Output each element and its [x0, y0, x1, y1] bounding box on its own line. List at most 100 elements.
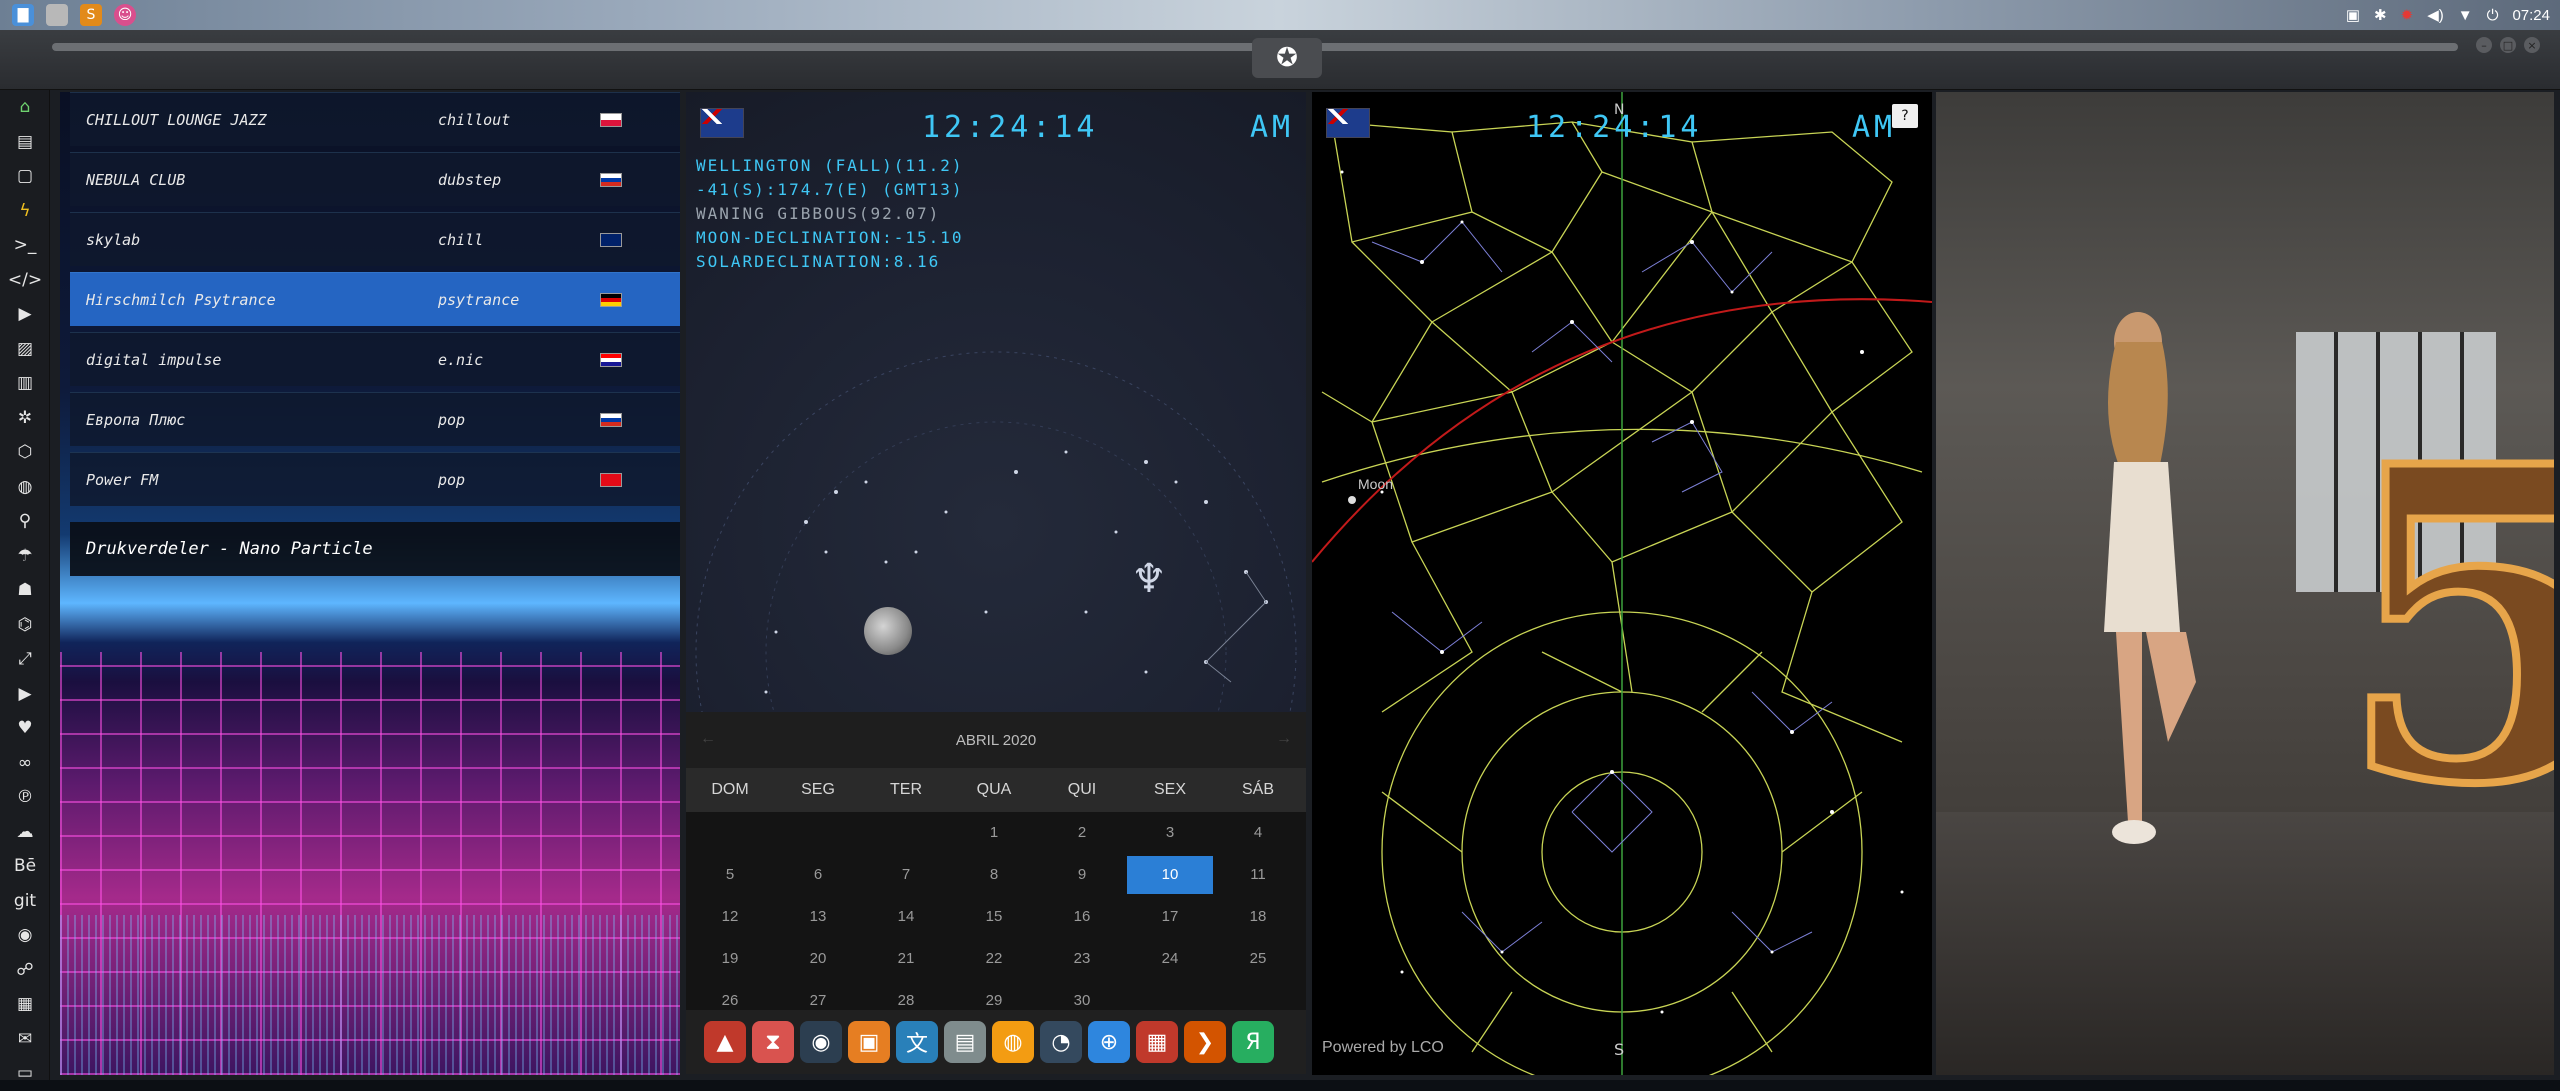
- help-button[interactable]: ?: [1892, 104, 1918, 128]
- hexagon-icon[interactable]: ⬡: [0, 435, 50, 470]
- person-icon[interactable]: ☗: [0, 573, 50, 608]
- home-icon[interactable]: ⌂: [0, 90, 50, 125]
- calendar-day[interactable]: 1: [950, 814, 1038, 852]
- station-row[interactable]: Европа Плюс pop: [70, 392, 680, 446]
- bolt-icon[interactable]: ϟ: [0, 194, 50, 229]
- calendar-week: 1234: [686, 812, 1306, 854]
- maximize-button[interactable]: □: [2500, 37, 2516, 53]
- terminal-icon[interactable]: >_: [0, 228, 50, 263]
- screenshot-icon[interactable]: ▣: [2346, 6, 2360, 24]
- calendar-day[interactable]: 4: [1214, 814, 1302, 852]
- calendar-day[interactable]: 11: [1214, 856, 1302, 894]
- radio-panel: CHILLOUT LOUNGE JAZZ chillout NEBULA CLU…: [60, 92, 680, 1075]
- bluetooth-icon[interactable]: ✱: [2374, 6, 2387, 24]
- blank-app-icon[interactable]: [46, 4, 68, 26]
- calendar-day[interactable]: 5: [686, 856, 774, 894]
- calendar-day[interactable]: 18: [1214, 898, 1302, 936]
- calendar-day[interactable]: 3: [1126, 814, 1214, 852]
- station-row-selected[interactable]: Hirschmilch Psytrance psytrance: [70, 272, 680, 326]
- station-name: Европа Плюс: [86, 410, 186, 429]
- infinity-icon[interactable]: ∞: [0, 746, 50, 781]
- clock-app-icon[interactable]: ◔: [1040, 1021, 1082, 1063]
- station-genre: chill: [438, 230, 484, 249]
- heart-icon[interactable]: ♥: [0, 711, 50, 746]
- calendar-app-icon[interactable]: ▦: [1136, 1021, 1178, 1063]
- prev-month-button[interactable]: ←: [700, 730, 716, 748]
- youtube-icon[interactable]: ▶: [0, 677, 50, 712]
- search-icon[interactable]: ⚲: [0, 504, 50, 539]
- close-button[interactable]: ×: [2524, 37, 2540, 53]
- pinterest-icon[interactable]: ℗: [0, 780, 50, 815]
- gear-icon[interactable]: ✹: [2401, 6, 2414, 24]
- calendar-day[interactable]: 23: [1038, 940, 1126, 978]
- globe-dark-icon[interactable]: ◉: [800, 1021, 842, 1063]
- yandex-icon[interactable]: Я: [1232, 1021, 1274, 1063]
- users-icon[interactable]: ☍: [0, 953, 50, 988]
- cloud-icon[interactable]: ☁: [0, 815, 50, 850]
- calendar-day[interactable]: 20: [774, 940, 862, 978]
- arrow-app-icon[interactable]: ❯: [1184, 1021, 1226, 1063]
- code-icon[interactable]: </>: [0, 263, 50, 298]
- station-row[interactable]: Power FM pop: [70, 452, 680, 506]
- moon-clock-panel: 12:24:14 AM WELLINGTON (FALL)(11.2) -41(…: [686, 92, 1306, 712]
- station-name: Hirschmilch Psytrance: [86, 290, 276, 309]
- mail-icon[interactable]: ✉: [0, 1022, 50, 1057]
- calendar-day[interactable]: 22: [950, 940, 1038, 978]
- calendar-day[interactable]: 13: [774, 898, 862, 936]
- power-icon[interactable]: ⏻: [2487, 7, 2499, 24]
- document-icon[interactable]: ▤: [0, 125, 50, 160]
- play-icon[interactable]: ▶: [0, 297, 50, 332]
- calendar-day[interactable]: 25: [1214, 940, 1302, 978]
- rebel-alliance-icon[interactable]: ✪: [1252, 38, 1322, 78]
- map-icon[interactable]: ▦: [0, 987, 50, 1022]
- station-row[interactable]: NEBULA CLUB dubstep: [70, 152, 680, 206]
- tag-icon[interactable]: ⌬: [0, 608, 50, 643]
- book-icon[interactable]: ▥: [0, 366, 50, 401]
- station-row[interactable]: CHILLOUT LOUNGE JAZZ chillout: [70, 92, 680, 146]
- umbrella-icon[interactable]: ☂: [0, 539, 50, 574]
- image-icon[interactable]: ▨: [0, 332, 50, 367]
- sublime-icon[interactable]: S: [80, 4, 102, 26]
- globe-icon[interactable]: ◍: [0, 470, 50, 505]
- next-month-button[interactable]: →: [1276, 730, 1292, 748]
- web-globe-icon[interactable]: ⊕: [1088, 1021, 1130, 1063]
- search-app-icon[interactable]: ◍: [992, 1021, 1034, 1063]
- image-viewer-icon[interactable]: ▣: [848, 1021, 890, 1063]
- avatar-app-icon[interactable]: ☺: [114, 4, 136, 26]
- minimize-button[interactable]: –: [2476, 37, 2492, 53]
- calendar-day[interactable]: 2: [1038, 814, 1126, 852]
- behance-icon[interactable]: Bē: [0, 849, 50, 884]
- station-row[interactable]: digital impulse e.nic: [70, 332, 680, 386]
- calendar-day[interactable]: 12: [686, 898, 774, 936]
- calendar-day[interactable]: 15: [950, 898, 1038, 936]
- github-icon[interactable]: ◉: [0, 918, 50, 953]
- volume-icon[interactable]: ◀): [2427, 6, 2444, 24]
- translate-icon[interactable]: 文: [896, 1021, 938, 1063]
- calendar-day[interactable]: 16: [1038, 898, 1126, 936]
- file-manager-icon[interactable]: ▇: [12, 4, 34, 26]
- calendar-day[interactable]: 21: [862, 940, 950, 978]
- expand-icon[interactable]: ⤢: [0, 642, 50, 677]
- calendar-mini-icon[interactable]: ▤: [944, 1021, 986, 1063]
- clock-time[interactable]: 07:24: [2512, 7, 2550, 24]
- calendar-day[interactable]: 14: [862, 898, 950, 936]
- git-icon[interactable]: git: [0, 884, 50, 919]
- flag-icon: [600, 412, 622, 427]
- hourglass-icon[interactable]: ⧗: [752, 1021, 794, 1063]
- calendar-day[interactable]: 6: [774, 856, 862, 894]
- gear-icon[interactable]: ✲: [0, 401, 50, 436]
- station-row[interactable]: skylab chill: [70, 212, 680, 266]
- calendar-day[interactable]: 7: [862, 856, 950, 894]
- wifi-icon[interactable]: ▼: [2458, 7, 2473, 24]
- weekday-label: SEG: [801, 781, 835, 798]
- file-icon[interactable]: ▢: [0, 159, 50, 194]
- calendar-day[interactable]: 17: [1126, 898, 1214, 936]
- window-icon[interactable]: ▭: [0, 1056, 50, 1091]
- calendar-day[interactable]: 24: [1126, 940, 1214, 978]
- calendar-day[interactable]: 19: [686, 940, 774, 978]
- app-a-icon[interactable]: ▲: [704, 1021, 746, 1063]
- calendar-day[interactable]: 10: [1127, 856, 1213, 894]
- calendar-day[interactable]: 9: [1038, 856, 1126, 894]
- weekday-label: SÁB: [1241, 781, 1274, 798]
- calendar-day[interactable]: 8: [950, 856, 1038, 894]
